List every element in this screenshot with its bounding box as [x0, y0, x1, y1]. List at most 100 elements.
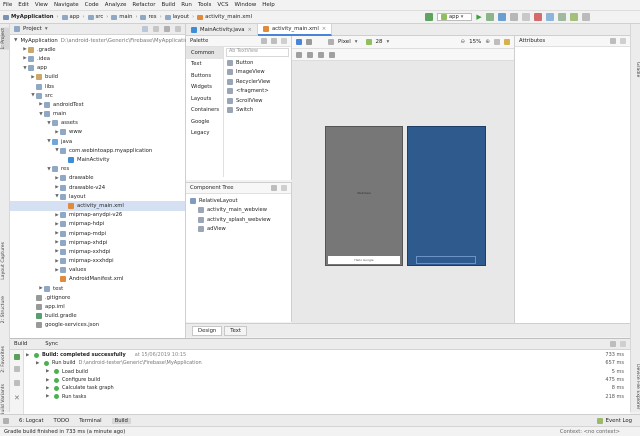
menu-item-tools[interactable]: Tools	[198, 2, 212, 8]
minimize-icon[interactable]	[281, 38, 287, 44]
tree-item[interactable]: libs	[10, 82, 185, 91]
menu-item-analyze[interactable]: Analyze	[105, 2, 127, 8]
tab-project[interactable]: 1: Project	[1, 28, 9, 50]
tree-item[interactable]: ▶ drawable	[10, 174, 185, 183]
tree-item[interactable]: ▶ build	[10, 73, 185, 82]
device-select[interactable]: Pixel	[338, 39, 351, 45]
tree-item[interactable]: AndroidManifest.xml	[10, 275, 185, 284]
rebuild-icon[interactable]	[14, 354, 20, 360]
palette-category[interactable]: Common	[186, 47, 223, 59]
profile-icon[interactable]	[509, 13, 518, 21]
attach-icon[interactable]	[521, 13, 530, 21]
breadcrumb-item[interactable]: main	[111, 14, 132, 20]
stop-icon[interactable]	[533, 13, 542, 21]
tree-item[interactable]: ▶ mipmap-xxxhdpi	[10, 257, 185, 266]
tree-item[interactable]: google-services.json	[10, 321, 185, 330]
tree-item[interactable]: app.iml	[10, 302, 185, 311]
tab-text[interactable]: Text	[224, 325, 248, 336]
run-icon[interactable]: ▶	[476, 13, 481, 21]
component-tree-item[interactable]: activity_splash_webview	[186, 215, 291, 225]
tab-device-file-explorer[interactable]: Device File Explorer	[632, 364, 640, 409]
design-preview[interactable]: WebView Hello Google	[325, 126, 403, 266]
gear-icon[interactable]	[271, 185, 277, 191]
hide-icon[interactable]	[175, 26, 181, 32]
tree-item[interactable]: ▶ .gradle	[10, 45, 185, 54]
tab-design[interactable]: Design	[192, 325, 223, 336]
tree-item[interactable]: ▶ www	[10, 128, 185, 137]
gear-icon[interactable]	[271, 38, 277, 44]
gear-icon[interactable]	[610, 341, 616, 347]
orientation-icon[interactable]	[306, 39, 312, 45]
tab-build[interactable]: Build	[14, 341, 27, 347]
tool-windows-icon[interactable]	[3, 417, 9, 424]
hammer-icon[interactable]	[425, 13, 433, 21]
close-icon[interactable]: ✕	[14, 394, 20, 402]
build-output-row[interactable]: ▶ Configure build 475 ms	[26, 376, 624, 384]
menu-item-view[interactable]: View	[35, 2, 48, 8]
build-output-row[interactable]: ▶ Build: completed successfully at 15/06/2…	[26, 351, 624, 359]
tree-item[interactable]: ▼ src	[10, 91, 185, 100]
expand-arrow-icon[interactable]: ▶	[46, 386, 51, 391]
sync-icon[interactable]	[545, 13, 554, 21]
palette-item[interactable]: Switch	[224, 106, 291, 116]
close-icon[interactable]: ×	[322, 26, 326, 32]
menu-item-edit[interactable]: Edit	[18, 2, 29, 8]
run-config-select[interactable]: app ▾	[437, 13, 473, 21]
breadcrumb-item[interactable]: src	[87, 14, 103, 20]
build-output-row[interactable]: ▶ Calculate task graph 8 ms	[26, 384, 624, 392]
expand-arrow-icon[interactable]: ▶	[46, 369, 51, 374]
infer-constraints-icon[interactable]	[329, 51, 335, 58]
view-options-icon[interactable]	[296, 51, 302, 58]
avd-manager-icon[interactable]	[557, 13, 566, 21]
tree-item[interactable]: ▼ res	[10, 165, 185, 174]
tab-layout-captures[interactable]: Layout Captures	[1, 242, 9, 280]
palette-category[interactable]: Widgets	[186, 82, 223, 94]
chevron-down-icon[interactable]: ▾	[45, 26, 48, 32]
tree-item[interactable]: ▶ mipmap-xxhdpi	[10, 247, 185, 256]
breadcrumb-item[interactable]: layout	[164, 14, 189, 20]
palette-search[interactable]: Ab TextView	[226, 48, 289, 57]
tab-build-variants[interactable]: Build Variants	[1, 384, 9, 416]
search-icon[interactable]	[610, 38, 616, 44]
tree-item[interactable]: ▼ layout	[10, 192, 185, 201]
tree-item[interactable]: ▶ .idea	[10, 54, 185, 63]
palette-category[interactable]: Google	[186, 116, 223, 128]
palette-item[interactable]: ScrollView	[224, 96, 291, 106]
editor-tab[interactable]: MainActivity.java ×	[186, 23, 258, 36]
tree-item[interactable]: ▶ drawable-v24	[10, 183, 185, 192]
tree-item[interactable]: MainActivity	[10, 155, 185, 164]
component-tree-item[interactable]: adView	[186, 225, 291, 235]
breadcrumb-item[interactable]: MyApplication	[3, 14, 54, 20]
expand-arrow-icon[interactable]: ▶	[36, 361, 41, 366]
close-icon[interactable]: ×	[247, 27, 251, 33]
breadcrumb-item[interactable]: activity_main.xml	[197, 14, 252, 20]
filter-icon[interactable]	[14, 366, 20, 372]
palette-item[interactable]: Button	[224, 58, 291, 68]
gear-icon[interactable]	[164, 26, 170, 32]
component-tree-item[interactable]: RelativeLayout	[186, 196, 291, 206]
search-icon[interactable]	[581, 13, 590, 21]
tab-todo[interactable]: TODO	[54, 418, 70, 424]
tab-gradle[interactable]: Gradle	[632, 62, 640, 77]
breadcrumb-item[interactable]: app	[61, 14, 80, 20]
tab-build-bottom[interactable]: Build	[111, 417, 131, 424]
tab-sync[interactable]: Sync	[45, 341, 58, 347]
zoom-in-icon[interactable]: ⊕	[485, 39, 490, 45]
tree-item[interactable]: ▶ androidTest	[10, 100, 185, 109]
menu-item-help[interactable]: Help	[262, 2, 275, 8]
menu-item-run[interactable]: Run	[181, 2, 192, 8]
menu-item-navigate[interactable]: Navigate	[54, 2, 79, 8]
menu-item-refactor[interactable]: Refactor	[132, 2, 155, 8]
tree-item[interactable]: ▶ values	[10, 266, 185, 275]
menu-item-file[interactable]: File	[3, 2, 12, 8]
menu-item-code[interactable]: Code	[85, 2, 99, 8]
tree-item[interactable]: ▼ com.webintoapp.myapplication	[10, 146, 185, 155]
minimize-icon[interactable]	[620, 341, 626, 347]
pin-icon[interactable]	[14, 380, 20, 386]
tree-item[interactable]: ▶ mipmap-mdpi	[10, 229, 185, 238]
component-tree-item[interactable]: activity_main_webview	[186, 206, 291, 216]
tree-item[interactable]: ▶ mipmap-hdpi	[10, 220, 185, 229]
menu-item-build[interactable]: Build	[161, 2, 175, 8]
editor-tab[interactable]: activity_main.xml ×	[257, 23, 333, 36]
tree-item[interactable]: ▼ MyApplication D:\android-tester\Generic\…	[10, 36, 191, 45]
